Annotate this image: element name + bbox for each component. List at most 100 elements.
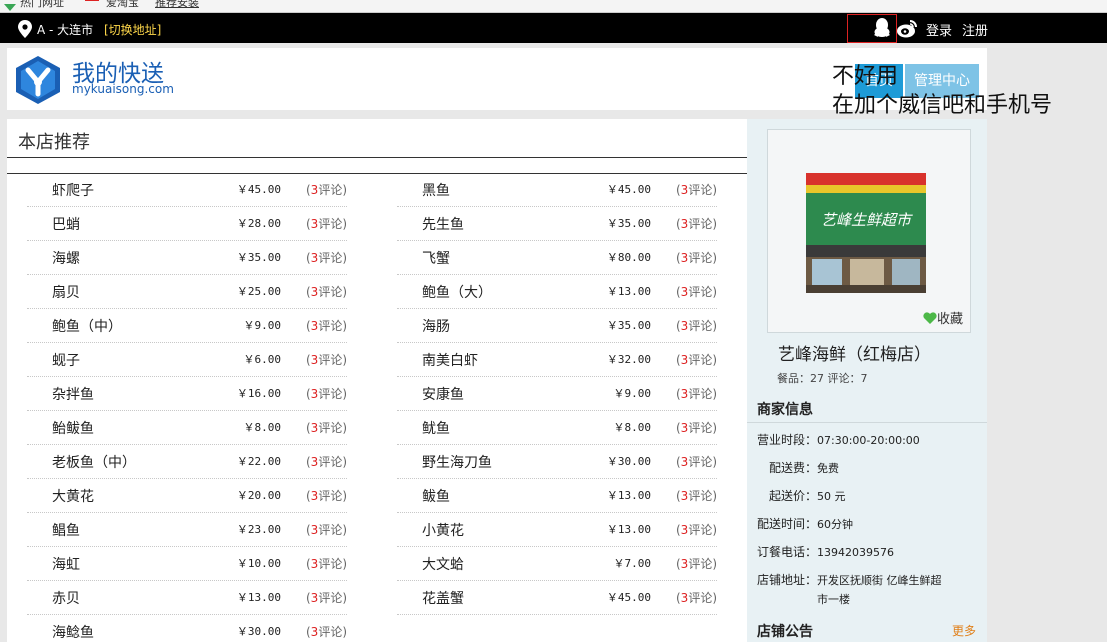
tmall-icon bbox=[85, 0, 99, 1]
merchant-info-row: 配送费：免费 bbox=[757, 459, 839, 476]
dish-reviews-link[interactable]: (3评论) bbox=[676, 181, 717, 198]
info-value: 07:30:00-20:00:00 bbox=[817, 434, 920, 447]
dish-reviews-link[interactable]: (3评论) bbox=[306, 351, 347, 368]
dish-row[interactable]: 海螺 ￥35.00 (3评论) bbox=[27, 241, 347, 275]
dish-reviews-link[interactable]: (3评论) bbox=[676, 487, 717, 504]
review-suffix: 评论) bbox=[688, 183, 717, 197]
dish-price: ￥9.00 bbox=[613, 387, 652, 400]
dish-price: ￥45.00 bbox=[236, 183, 281, 196]
dish-row[interactable]: 先生鱼 ￥35.00 (3评论) bbox=[397, 207, 717, 241]
qq-icon[interactable] bbox=[872, 17, 892, 39]
weibo-icon[interactable] bbox=[896, 19, 918, 39]
dish-price: ￥80.00 bbox=[606, 251, 651, 264]
notice-more-link[interactable]: 更多 bbox=[952, 622, 976, 639]
bookmark-item[interactable]: 热门网址 bbox=[20, 0, 64, 10]
info-value: 60分钟 bbox=[817, 518, 853, 531]
dish-price: ￥30.00 bbox=[236, 625, 281, 638]
dish-reviews-link[interactable]: (3评论) bbox=[306, 555, 347, 572]
dish-row[interactable]: 鲍鱼（中） ￥9.00 (3评论) bbox=[27, 309, 347, 343]
dish-row[interactable]: 鱿鱼 ￥8.00 (3评论) bbox=[397, 411, 717, 445]
dish-reviews-link[interactable]: (3评论) bbox=[306, 487, 347, 504]
dish-reviews-link[interactable]: (3评论) bbox=[306, 623, 347, 640]
merchant-info-row: 订餐电话：13942039576 bbox=[757, 543, 894, 560]
info-label: 营业时段： bbox=[757, 433, 818, 447]
dish-row[interactable]: 鲐鲅鱼 ￥8.00 (3评论) bbox=[27, 411, 347, 445]
bookmark-item[interactable]: 爱淘宝 bbox=[106, 0, 139, 10]
dish-row[interactable]: 大黄花 ￥20.00 (3评论) bbox=[27, 479, 347, 513]
switch-address-link[interactable]: [切换地址] bbox=[104, 21, 161, 38]
dish-reviews-link[interactable]: (3评论) bbox=[306, 521, 347, 538]
dish-row[interactable]: 南美白虾 ￥32.00 (3评论) bbox=[397, 343, 717, 377]
divider bbox=[747, 422, 987, 423]
dish-row[interactable]: 安康鱼 ￥9.00 (3评论) bbox=[397, 377, 717, 411]
login-link[interactable]: 登录 bbox=[926, 20, 952, 39]
dish-reviews-link[interactable]: (3评论) bbox=[676, 555, 717, 572]
dish-row[interactable]: 蚬子 ￥6.00 (3评论) bbox=[27, 343, 347, 377]
review-suffix: 评论) bbox=[688, 387, 717, 401]
dish-name: 老板鱼（中） bbox=[52, 455, 136, 471]
dish-row[interactable]: 鲅鱼 ￥13.00 (3评论) bbox=[397, 479, 717, 513]
dish-row[interactable]: 扇贝 ￥25.00 (3评论) bbox=[27, 275, 347, 309]
dish-price: ￥13.00 bbox=[606, 523, 651, 536]
dish-price: ￥13.00 bbox=[606, 489, 651, 502]
dish-reviews-link[interactable]: (3评论) bbox=[676, 453, 717, 470]
dish-reviews-link[interactable]: (3评论) bbox=[306, 453, 347, 470]
dish-row[interactable]: 鲍鱼（大） ￥13.00 (3评论) bbox=[397, 275, 717, 309]
dish-price: ￥32.00 bbox=[606, 353, 651, 366]
review-suffix: 评论) bbox=[688, 353, 717, 367]
merchant-info-heading: 商家信息 bbox=[757, 402, 813, 418]
dish-reviews-link[interactable]: (3评论) bbox=[306, 385, 347, 402]
info-label: 起送价： bbox=[768, 489, 817, 503]
dish-name: 鲐鲅鱼 bbox=[52, 421, 94, 437]
dish-row[interactable]: 虾爬子 ￥45.00 (3评论) bbox=[27, 173, 347, 207]
bookmark-item[interactable]: 推荐安装 bbox=[155, 0, 199, 10]
dish-reviews-link[interactable]: (3评论) bbox=[676, 351, 717, 368]
dish-row[interactable]: 海肠 ￥35.00 (3评论) bbox=[397, 309, 717, 343]
dish-row[interactable]: 海鲶鱼 ￥30.00 (3评论) bbox=[27, 615, 347, 642]
review-suffix: 评论) bbox=[688, 489, 717, 503]
dish-row[interactable]: 海虹 ￥10.00 (3评论) bbox=[27, 547, 347, 581]
dish-reviews-link[interactable]: (3评论) bbox=[676, 283, 717, 300]
dish-name: 花盖蟹 bbox=[422, 591, 464, 607]
dish-row[interactable]: 小黄花 ￥13.00 (3评论) bbox=[397, 513, 717, 547]
logo-domain[interactable]: mykuaisong.com bbox=[72, 82, 174, 96]
dish-price: ￥30.00 bbox=[606, 455, 651, 468]
dish-reviews-link[interactable]: (3评论) bbox=[676, 215, 717, 232]
dish-reviews-link[interactable]: (3评论) bbox=[676, 385, 717, 402]
dish-row[interactable]: 鲳鱼 ￥23.00 (3评论) bbox=[27, 513, 347, 547]
dish-reviews-link[interactable]: (3评论) bbox=[306, 215, 347, 232]
dish-reviews-link[interactable]: (3评论) bbox=[676, 419, 717, 436]
dish-reviews-link[interactable]: (3评论) bbox=[676, 521, 717, 538]
dish-row[interactable]: 大文蛤 ￥7.00 (3评论) bbox=[397, 547, 717, 581]
dish-reviews-link[interactable]: (3评论) bbox=[306, 317, 347, 334]
dish-row[interactable]: 老板鱼（中） ￥22.00 (3评论) bbox=[27, 445, 347, 479]
dish-reviews-link[interactable]: (3评论) bbox=[306, 181, 347, 198]
register-link[interactable]: 注册 bbox=[962, 20, 988, 39]
dish-row[interactable]: 赤贝 ￥13.00 (3评论) bbox=[27, 581, 347, 615]
info-value: 免费 bbox=[817, 462, 839, 475]
dish-price: ￥28.00 bbox=[236, 217, 281, 230]
dish-reviews-link[interactable]: (3评论) bbox=[306, 283, 347, 300]
dish-reviews-link[interactable]: (3评论) bbox=[676, 249, 717, 266]
dish-reviews-link[interactable]: (3评论) bbox=[306, 419, 347, 436]
dish-price: ￥35.00 bbox=[606, 319, 651, 332]
dish-reviews-link[interactable]: (3评论) bbox=[676, 589, 717, 606]
merchant-info-row: 店铺地址：开发区抚顺街 亿峰生鲜超 bbox=[757, 571, 942, 588]
dish-row[interactable]: 巴蛸 ￥28.00 (3评论) bbox=[27, 207, 347, 241]
dish-reviews-link[interactable]: (3评论) bbox=[306, 589, 347, 606]
dish-name: 小黄花 bbox=[422, 523, 464, 539]
favorite-button[interactable]: 收藏 bbox=[923, 308, 963, 327]
review-suffix: 评论) bbox=[318, 625, 347, 639]
dish-row[interactable]: 黑鱼 ￥45.00 (3评论) bbox=[397, 173, 717, 207]
logo-icon[interactable] bbox=[12, 54, 64, 106]
dish-name: 安康鱼 bbox=[422, 387, 464, 403]
merchant-info-row: 营业时段：07:30:00-20:00:00 bbox=[757, 431, 920, 448]
dish-reviews-link[interactable]: (3评论) bbox=[306, 249, 347, 266]
dish-name: 海鲶鱼 bbox=[52, 625, 94, 641]
dish-row[interactable]: 飞蟹 ￥80.00 (3评论) bbox=[397, 241, 717, 275]
dish-reviews-link[interactable]: (3评论) bbox=[676, 317, 717, 334]
dish-row[interactable]: 杂拌鱼 ￥16.00 (3评论) bbox=[27, 377, 347, 411]
dish-row[interactable]: 花盖蟹 ￥45.00 (3评论) bbox=[397, 581, 717, 615]
review-suffix: 评论) bbox=[318, 387, 347, 401]
dish-row[interactable]: 野生海刀鱼 ￥30.00 (3评论) bbox=[397, 445, 717, 479]
